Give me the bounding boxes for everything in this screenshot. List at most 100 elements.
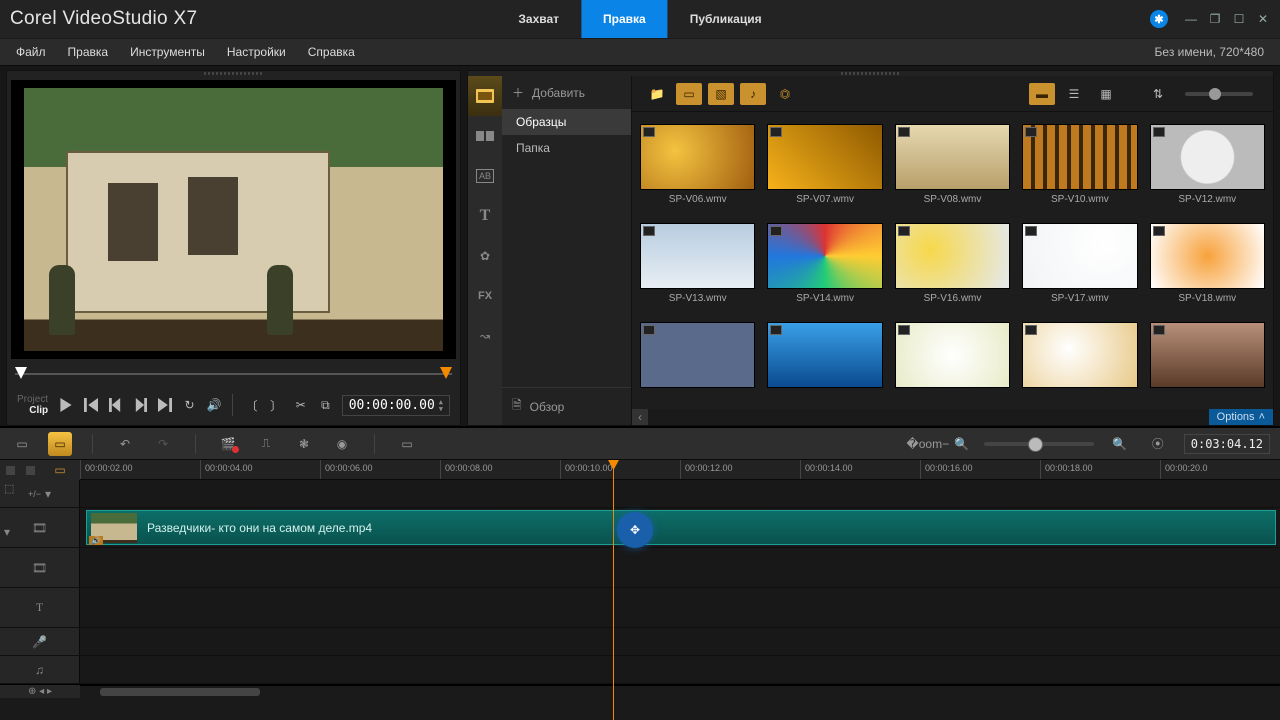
menu-settings[interactable]: Настройки xyxy=(227,45,286,59)
preview-scrubber[interactable] xyxy=(15,367,452,381)
split-button[interactable]: ✂ xyxy=(292,395,309,415)
view-list-button[interactable]: ☰ xyxy=(1061,83,1087,105)
motion-track-button[interactable]: ◉ xyxy=(330,432,354,456)
maximize-button[interactable]: ☐ xyxy=(1232,12,1246,26)
timeline-clip[interactable]: Разведчики- кто они на самом деле.mp4 ✥ xyxy=(86,510,1276,545)
fit-project-button[interactable]: ⦿ xyxy=(1146,432,1170,456)
library-item[interactable]: SP-V17.wmv xyxy=(1022,223,1137,304)
lib-tab-paths[interactable]: ↝ xyxy=(468,316,502,356)
mark-out-button[interactable]: 〕 xyxy=(268,395,285,415)
play-button[interactable] xyxy=(58,395,75,415)
preview-timecode[interactable]: 00:00:00.00 ▲▼ xyxy=(342,395,450,416)
record-button[interactable]: 🎬 xyxy=(216,432,240,456)
sort-button[interactable]: ⇅ xyxy=(1145,83,1171,105)
step-edit[interactable]: Правка xyxy=(581,0,668,38)
library-item[interactable]: SP-V16.wmv xyxy=(895,223,1010,304)
audio-mixer-button[interactable]: ⎍ xyxy=(254,432,278,456)
h-scrollbar[interactable] xyxy=(100,688,260,696)
enlarge-button[interactable]: ⧉ xyxy=(317,395,334,415)
undo-button[interactable]: ↶ xyxy=(113,432,137,456)
step-share[interactable]: Публикация xyxy=(668,0,784,38)
add-track-button[interactable]: ⊕ ◂ ▸ xyxy=(0,685,80,698)
zoom-out-button[interactable]: �oom− xyxy=(916,432,940,456)
library-item[interactable]: SP-V13.wmv xyxy=(640,223,755,304)
next-frame-button[interactable] xyxy=(132,395,149,415)
library-item[interactable] xyxy=(767,322,882,392)
filter-audio-button[interactable]: ♪ xyxy=(740,83,766,105)
subtitle-button[interactable]: ▭ xyxy=(395,432,419,456)
prev-frame-button[interactable] xyxy=(107,395,124,415)
go-end-button[interactable] xyxy=(157,395,174,415)
library-item[interactable] xyxy=(640,322,755,392)
preview-window[interactable] xyxy=(11,80,456,359)
lib-tab-title-templates[interactable]: AB xyxy=(468,156,502,196)
thumb-size-slider[interactable] xyxy=(1185,92,1253,96)
track-manager-button[interactable]: ▭ xyxy=(40,460,80,480)
track-lock-icon[interactable]: ⬚ xyxy=(4,482,14,495)
library-item[interactable]: SP-V06.wmv xyxy=(640,124,755,205)
lib-tab-media[interactable] xyxy=(468,76,502,116)
filter-instant-button[interactable]: ⏣ xyxy=(772,83,798,105)
view-single-button[interactable]: ▬ xyxy=(1029,83,1055,105)
menu-file[interactable]: Файл xyxy=(16,45,46,59)
ruler-toggle-button[interactable] xyxy=(0,460,40,480)
step-capture[interactable]: Захват xyxy=(496,0,581,38)
lib-tab-filters[interactable]: FX xyxy=(468,276,502,316)
library-item[interactable]: SP-V10.wmv xyxy=(1022,124,1137,205)
redo-button[interactable]: ↷ xyxy=(151,432,175,456)
library-item[interactable]: SP-V08.wmv xyxy=(895,124,1010,205)
view-grid-button[interactable]: ▦ xyxy=(1093,83,1119,105)
title-track-head[interactable]: T xyxy=(0,588,80,627)
filter-video-button[interactable]: ▭ xyxy=(676,83,702,105)
volume-button[interactable]: 🔊 xyxy=(206,395,223,415)
title-track-icon: T xyxy=(36,600,43,615)
add-folder-button[interactable]: ＋Добавить xyxy=(502,76,631,109)
timeline-ruler[interactable]: 00:00:02.0000:00:04.0000:00:06.0000:00:0… xyxy=(80,460,1280,480)
library-item[interactable]: SP-V12.wmv xyxy=(1150,124,1265,205)
menu-tools[interactable]: Инструменты xyxy=(130,45,205,59)
library-item[interactable]: SP-V14.wmv xyxy=(767,223,882,304)
library-item[interactable]: SP-V07.wmv xyxy=(767,124,882,205)
lib-tab-titles[interactable]: T xyxy=(468,196,502,236)
thumb-label: SP-V13.wmv xyxy=(669,293,727,304)
mark-in-handle[interactable] xyxy=(15,367,27,379)
options-button[interactable]: Options˄ xyxy=(1209,409,1273,425)
go-start-button[interactable] xyxy=(83,395,100,415)
import-button[interactable]: 📁 xyxy=(644,83,670,105)
library-item[interactable]: SP-V18.wmv xyxy=(1150,223,1265,304)
lib-tab-transitions[interactable] xyxy=(468,116,502,156)
overlay-track-head[interactable]: 🎞 xyxy=(0,548,80,587)
menu-help[interactable]: Справка xyxy=(308,45,355,59)
scroll-left-button[interactable]: ‹ xyxy=(632,409,648,425)
zoom-out-button[interactable]: 🔍 xyxy=(954,432,970,456)
project-duration[interactable]: 0:03:04.12 xyxy=(1184,434,1270,454)
voice-track-head[interactable]: 🎤 xyxy=(0,628,80,655)
track-collapse-icon[interactable]: ▾ xyxy=(4,525,14,539)
library-item[interactable] xyxy=(895,322,1010,392)
folder-custom[interactable]: Папка xyxy=(502,135,631,161)
storyboard-view-button[interactable]: ▭ xyxy=(10,432,34,456)
close-button[interactable]: ✕ xyxy=(1256,12,1270,26)
minimize-button[interactable]: — xyxy=(1184,12,1198,26)
ruler-tick: 00:00:20.0 xyxy=(1160,460,1280,479)
panel-grip[interactable] xyxy=(7,71,460,76)
timeline-view-button[interactable]: ▭ xyxy=(48,432,72,456)
repeat-button[interactable]: ↻ xyxy=(181,395,198,415)
menu-edit[interactable]: Правка xyxy=(68,45,109,59)
music-track-head[interactable]: ♫ xyxy=(0,656,80,683)
folder-samples[interactable]: Образцы xyxy=(502,109,631,135)
library-item[interactable] xyxy=(1022,322,1137,392)
mark-in-button[interactable]: 〔 xyxy=(243,395,260,415)
auto-music-button[interactable]: ❃ xyxy=(292,432,316,456)
library-item[interactable] xyxy=(1150,322,1265,392)
restore-button[interactable]: ❐ xyxy=(1208,12,1222,26)
playhead[interactable] xyxy=(613,460,614,720)
filter-photo-button[interactable]: ▧ xyxy=(708,83,734,105)
mark-out-handle[interactable] xyxy=(440,367,452,379)
zoom-in-button[interactable]: 🔍 xyxy=(1108,432,1132,456)
preview-mode-label[interactable]: Project Clip xyxy=(17,394,48,416)
browse-button[interactable]: 🗎Обзор xyxy=(502,387,631,425)
help-icon[interactable]: ✱ xyxy=(1150,10,1168,28)
zoom-slider[interactable] xyxy=(984,442,1094,446)
lib-tab-graphics[interactable]: ✿ xyxy=(468,236,502,276)
